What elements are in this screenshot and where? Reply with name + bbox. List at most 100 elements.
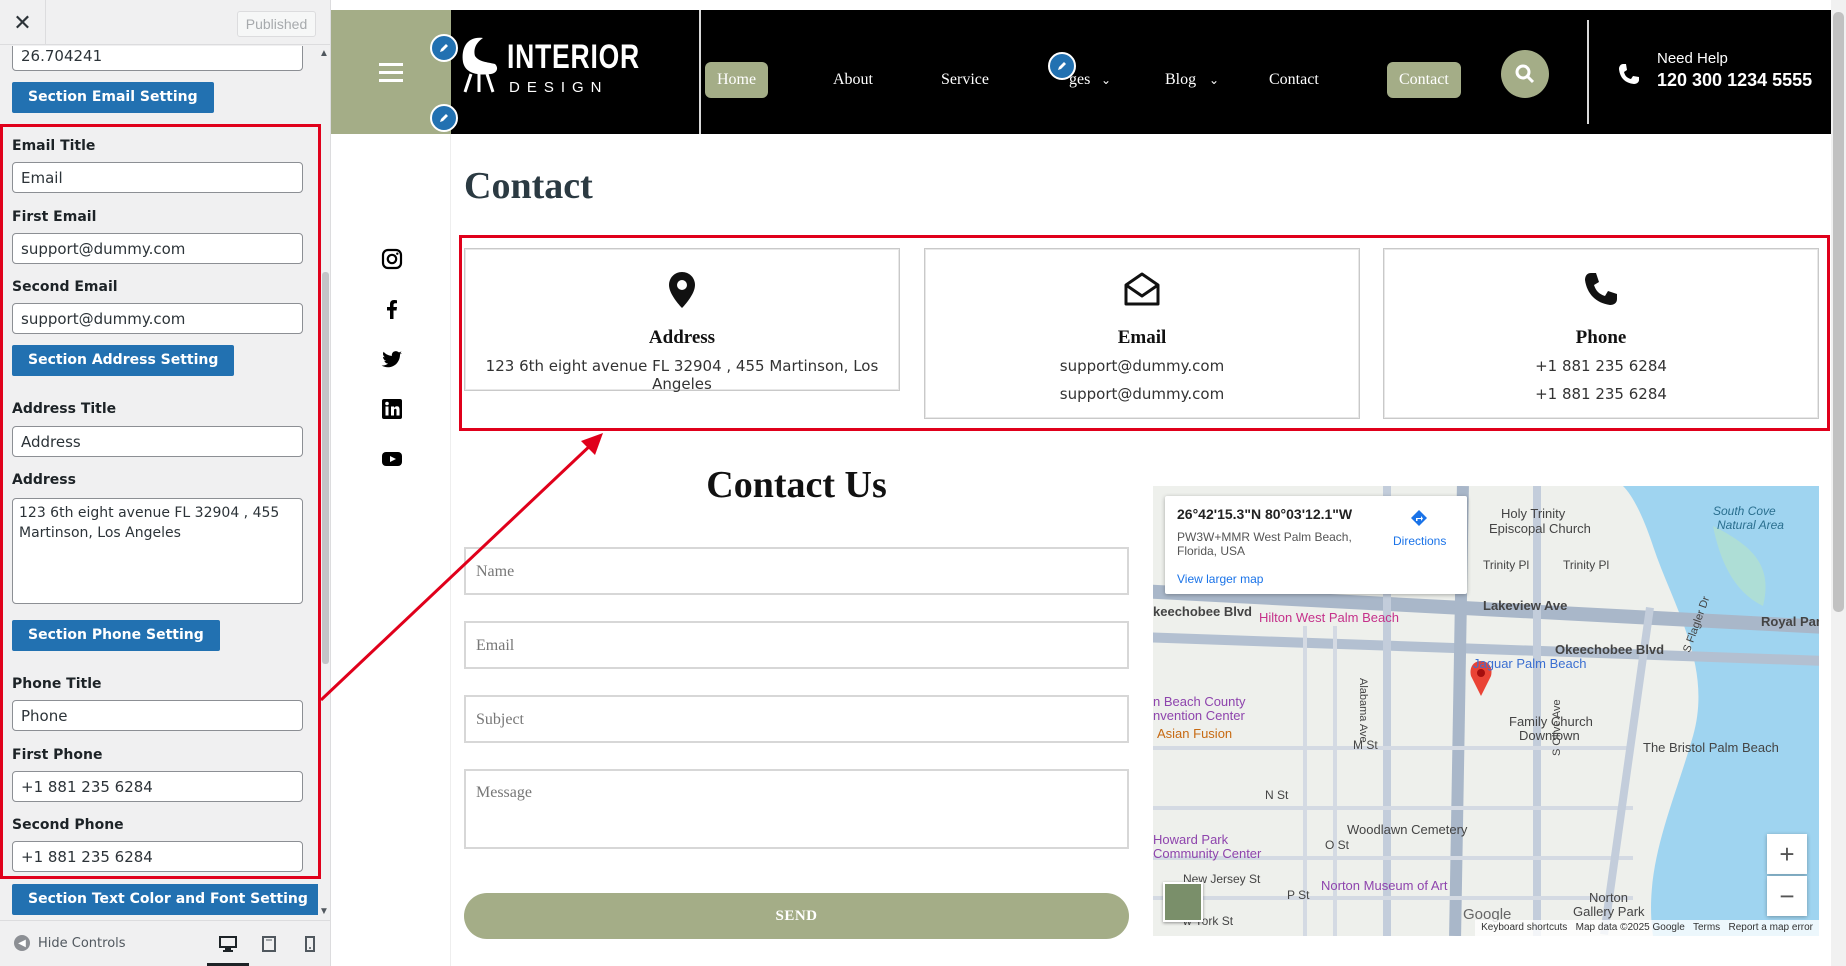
latitude-field[interactable]: 26.704241 [12, 46, 303, 71]
first-phone-label: First Phone [12, 747, 103, 763]
second-email-label: Second Email [12, 279, 118, 295]
map-label: Holy Trinity [1501, 506, 1566, 521]
contact-cta-button[interactable]: Contact [1387, 62, 1461, 98]
email-title-label: Email Title [12, 138, 96, 154]
first-phone-field[interactable]: +1 881 235 6284 [12, 771, 303, 802]
nav-blog[interactable]: Blog [1165, 62, 1196, 98]
map-label: Trinity Pl [1563, 558, 1610, 572]
map-label: O St [1325, 838, 1350, 852]
phone-title-field[interactable]: Phone [12, 700, 303, 731]
youtube-icon[interactable] [381, 448, 403, 470]
preview-scroll-thumb[interactable] [1833, 12, 1844, 612]
nav-home[interactable]: Home [705, 62, 769, 98]
directions-icon[interactable] [1409, 508, 1429, 528]
search-button[interactable] [1501, 50, 1549, 98]
map-label: keechobee Blvd [1153, 604, 1252, 619]
collapse-arrow-icon: ◀ [14, 935, 30, 951]
section-text-color-font-button[interactable]: Section Text Color and Font Setting [12, 884, 324, 915]
nav-about[interactable]: About [833, 62, 873, 98]
section-address-setting-button[interactable]: Section Address Setting [12, 345, 235, 376]
subject-input[interactable]: Subject [464, 695, 1129, 743]
contact-us-heading: Contact Us [706, 464, 887, 506]
map-label: Trinity Pl [1483, 558, 1530, 572]
phone-volume-icon [1619, 64, 1639, 84]
email-title-field[interactable]: Email [12, 162, 303, 193]
zoom-out-button[interactable]: − [1767, 876, 1807, 916]
header-phone[interactable]: 120 300 1234 5555 [1657, 70, 1812, 91]
map-label: Howard Park [1153, 832, 1229, 847]
map-label: Natural Area [1717, 518, 1784, 532]
pages-chevron-down-icon[interactable]: ⌄ [1101, 62, 1111, 98]
section-email-setting-button[interactable]: Section Email Setting [12, 82, 214, 113]
view-larger-map-link[interactable]: View larger map [1177, 572, 1263, 586]
keyboard-shortcuts-link[interactable]: Keyboard shortcuts [1481, 922, 1567, 933]
address-textarea[interactable]: 123 6th eight avenue FL 32904 , 455 Mart… [12, 498, 303, 604]
map-label: Okeechobee Blvd [1555, 642, 1665, 657]
name-input[interactable]: Name [464, 547, 1129, 595]
customizer-sidebar: ✕ Published 26.704241 Section Email Sett… [0, 0, 331, 966]
site-preview[interactable]: INTERIOR DESIGN Home About Service ges ⌄… [331, 0, 1831, 966]
email-card-line-2[interactable]: support@dummy.com [925, 385, 1359, 403]
send-button[interactable]: SEND [464, 893, 1129, 939]
edit-pencil-icon[interactable] [430, 104, 458, 132]
address-label: Address [12, 472, 76, 488]
close-icon[interactable]: ✕ [0, 0, 46, 45]
edit-pencil-icon[interactable] [1048, 52, 1076, 80]
desktop-preview-icon[interactable] [217, 933, 239, 955]
need-help-block: Need Help 120 300 1234 5555 [1657, 50, 1812, 91]
zoom-in-button[interactable]: + [1767, 834, 1807, 874]
map-label: n Beach County [1153, 694, 1246, 709]
linkedin-icon[interactable] [381, 398, 403, 420]
tablet-preview-icon[interactable] [258, 933, 280, 955]
first-email-field[interactable]: support@dummy.com [12, 233, 303, 264]
map-label: Norton [1589, 890, 1629, 905]
blog-chevron-down-icon[interactable]: ⌄ [1209, 62, 1219, 98]
address-title-field[interactable]: Address [12, 426, 303, 457]
nav-service[interactable]: Service [941, 62, 989, 98]
second-phone-label: Second Phone [12, 817, 124, 833]
report-map-error-link[interactable]: Report a map error [1729, 922, 1813, 933]
scroll-down-arrow-icon[interactable]: ▼ [319, 906, 329, 917]
phone-card-line-1[interactable]: +1 881 235 6284 [1384, 357, 1818, 375]
satellite-toggle[interactable] [1163, 882, 1203, 922]
hide-controls-button[interactable]: ◀ Hide Controls [14, 935, 126, 951]
second-email-field[interactable]: support@dummy.com [12, 303, 303, 334]
instagram-icon[interactable] [381, 248, 403, 270]
map-label: Community Center [1153, 846, 1262, 861]
twitter-icon[interactable] [381, 348, 403, 370]
section-phone-setting-button[interactable]: Section Phone Setting [12, 620, 220, 651]
mobile-preview-icon[interactable] [299, 933, 321, 955]
message-textarea[interactable]: Message [464, 769, 1129, 849]
published-button[interactable]: Published [237, 11, 316, 37]
screen: ✕ Published 26.704241 Section Email Sett… [0, 0, 1846, 966]
customizer-footer: ◀ Hide Controls [0, 920, 330, 966]
map-label: Woodlawn Cemetery [1347, 822, 1468, 837]
map-label: Alabama Ave [1357, 678, 1369, 743]
phone-icon [1585, 273, 1617, 305]
social-sidebar [331, 134, 451, 966]
sidebar-scroll-thumb[interactable] [322, 272, 329, 664]
facebook-icon[interactable] [381, 298, 403, 320]
phone-card-line-2[interactable]: +1 881 235 6284 [1384, 385, 1818, 403]
directions-link[interactable]: Directions [1393, 534, 1446, 548]
email-card: Email support@dummy.com support@dummy.co… [924, 248, 1360, 419]
second-phone-field[interactable]: +1 881 235 6284 [12, 841, 303, 872]
logo-line2: DESIGN [509, 79, 609, 96]
customizer-panel[interactable]: 26.704241 Section Email Setting Email Ti… [0, 46, 330, 920]
map-label: N St [1265, 788, 1289, 802]
map-label: P St [1287, 888, 1310, 902]
hamburger-icon [379, 63, 403, 82]
email-input[interactable]: Email [464, 621, 1129, 669]
map-label: Royal Par [1761, 614, 1819, 629]
terms-link[interactable]: Terms [1693, 922, 1720, 933]
hide-controls-label: Hide Controls [38, 935, 126, 951]
nav-contact[interactable]: Contact [1269, 62, 1319, 98]
map-label: Episcopal Church [1489, 521, 1591, 536]
email-card-line-1[interactable]: support@dummy.com [925, 357, 1359, 375]
site-logo[interactable]: INTERIOR DESIGN [457, 30, 639, 100]
edit-pencil-icon[interactable] [430, 34, 458, 62]
page-title: Contact [464, 165, 593, 207]
map-label: S Olive Ave [1551, 699, 1563, 756]
scroll-up-arrow-icon[interactable]: ▲ [319, 48, 329, 59]
google-map[interactable]: Holy Trinity Episcopal Church South Cove… [1153, 486, 1819, 936]
